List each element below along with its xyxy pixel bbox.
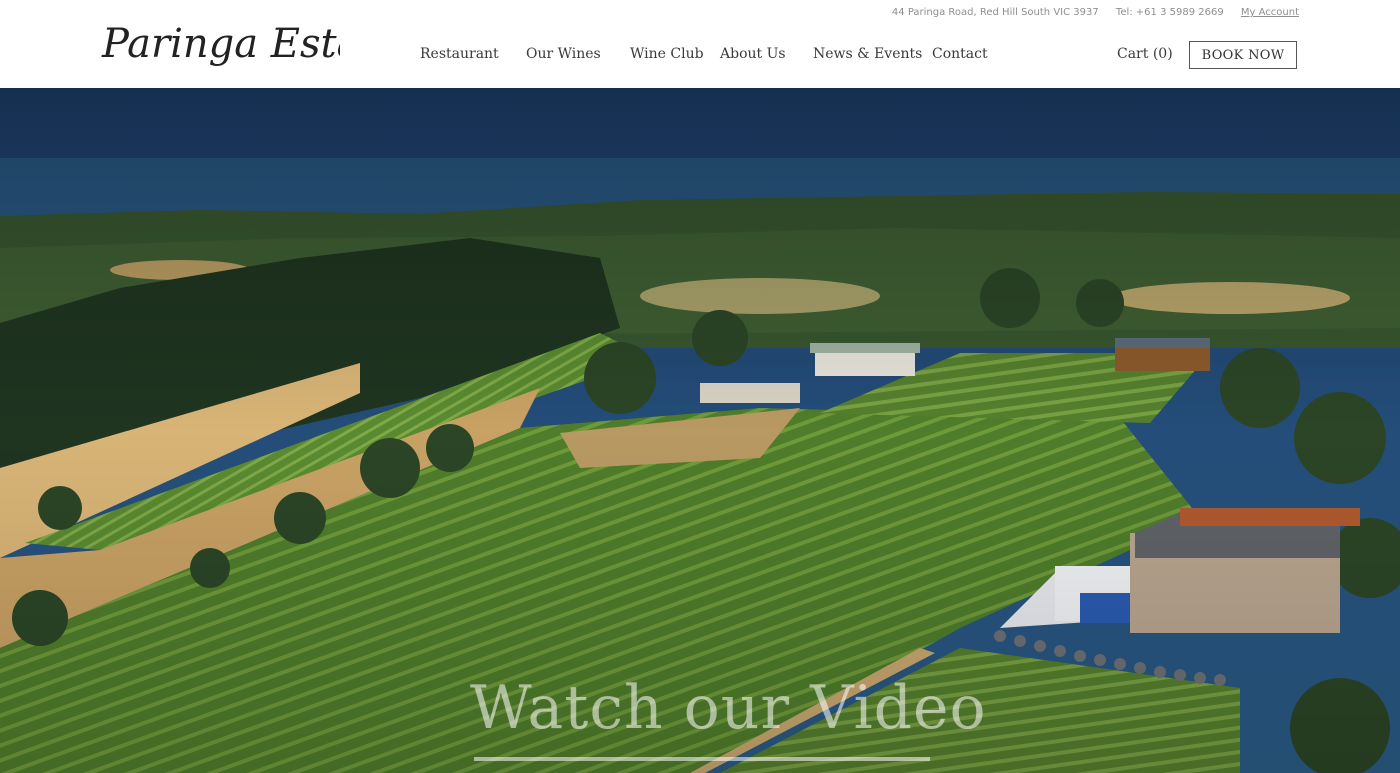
nav-item-about-us[interactable]: About Us [720, 46, 786, 62]
nav-item-our-wines[interactable]: Our Wines [526, 46, 601, 62]
my-account-link[interactable]: My Account [1241, 7, 1299, 18]
nav-item-news-events[interactable]: News & Events [813, 46, 922, 62]
paringa-estate-logo[interactable]: Paringa Estate [100, 12, 340, 78]
address-text: 44 Paringa Road, Red Hill South VIC 3937 [891, 7, 1099, 18]
vineyard-aerial-image [0, 88, 1400, 773]
nav-item-wine-club[interactable]: Wine Club [630, 46, 704, 62]
svg-text:Paringa Estate: Paringa Estate [101, 21, 340, 67]
phone-link[interactable]: Tel: +61 3 5989 2669 [1116, 7, 1224, 18]
cart-link[interactable]: Cart (0) [1117, 46, 1173, 62]
video-underline [474, 757, 930, 761]
logo-script: Paringa Estate [101, 21, 340, 67]
watch-video-title[interactable]: Watch our Video [470, 673, 986, 743]
site-header: Paringa Estate 44 Paringa Road, Red Hill… [0, 0, 1400, 88]
book-now-button[interactable]: BOOK NOW [1189, 41, 1297, 69]
hero-banner[interactable]: Watch our Video [0, 88, 1400, 773]
nav-item-restaurant[interactable]: Restaurant [420, 46, 499, 62]
nav-item-contact[interactable]: Contact [932, 46, 988, 62]
top-contact-bar: 44 Paringa Road, Red Hill South VIC 3937… [878, 7, 1299, 18]
